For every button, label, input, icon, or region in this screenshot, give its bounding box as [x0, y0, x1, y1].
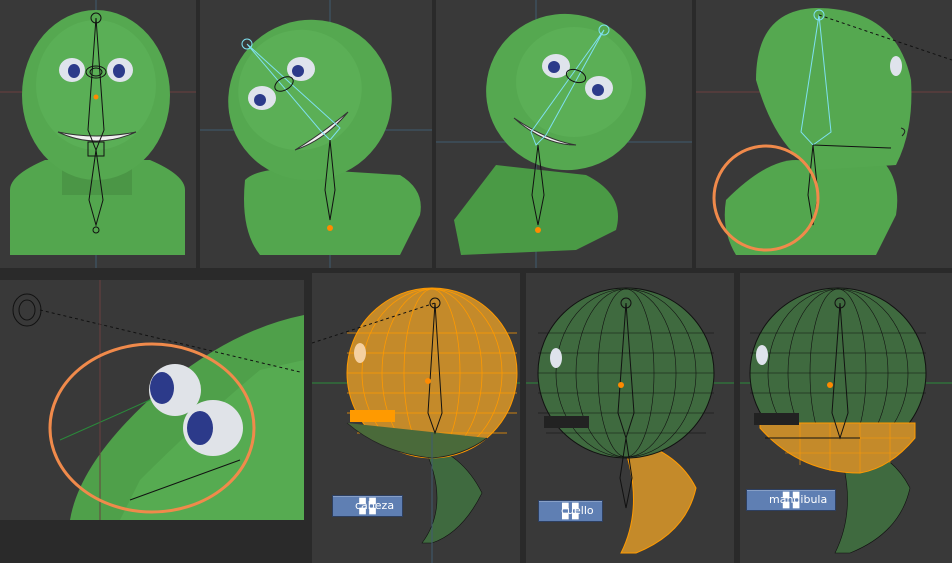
eye [550, 348, 562, 368]
eye [354, 343, 366, 363]
tilted-left-scene [200, 0, 432, 268]
vertex-group-icon [753, 491, 800, 509]
eye [756, 345, 768, 365]
viewport-tilted-left[interactable] [200, 0, 432, 268]
tilted-right-scene [436, 0, 692, 268]
viewport-wireframe-cabeza[interactable]: cabeza [312, 273, 520, 563]
eyes-closeup-scene [12, 280, 304, 520]
viewport-tilted-right[interactable] [436, 0, 692, 268]
wireframe-cabeza-scene [312, 287, 520, 563]
viewport-front[interactable] [0, 0, 196, 268]
side-scene [696, 8, 952, 255]
body-shoulders [244, 168, 421, 255]
vertex-group-label-cuello[interactable]: cuello [538, 500, 603, 522]
vertex-group-label-mandibula[interactable]: mandibula [746, 489, 837, 511]
body-shoulders [454, 165, 618, 255]
viewport-eyes-closeup[interactable] [0, 280, 304, 520]
viewport-wireframe-mandibula[interactable]: mandibula [740, 273, 952, 563]
mouth [754, 413, 799, 425]
eye [890, 56, 902, 76]
front-scene [0, 0, 196, 268]
vertex-group-icon [545, 502, 579, 520]
vertex-group-label-cabeza[interactable]: cabeza [332, 495, 404, 517]
viewport-wireframe-cuello[interactable]: cuello [526, 273, 734, 563]
viewport-side[interactable] [696, 0, 952, 268]
wireframe-mandibula-scene [740, 287, 952, 554]
mouth [544, 416, 589, 428]
mouth-selected [350, 410, 395, 422]
vertex-group-icon [339, 497, 376, 515]
